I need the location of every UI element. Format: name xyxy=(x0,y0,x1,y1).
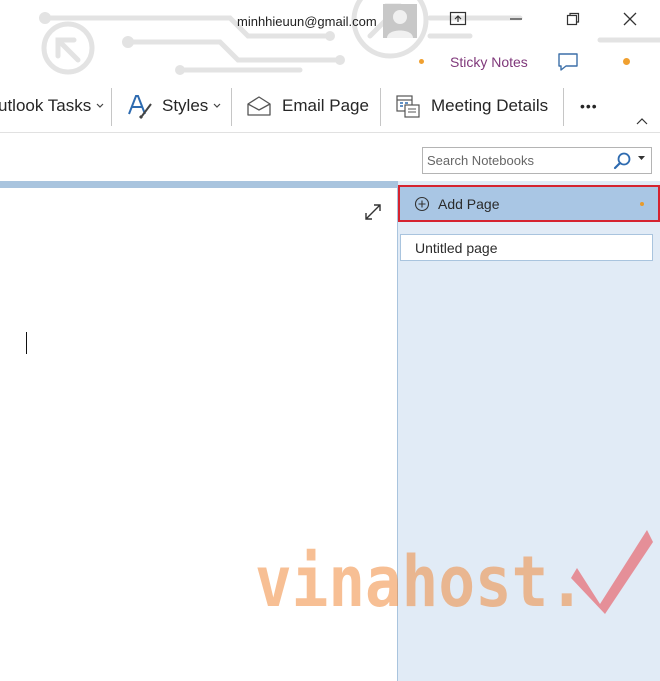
add-page-label: Add Page xyxy=(438,195,500,212)
chevron-down-icon xyxy=(96,103,104,108)
outlook-tasks-label: utlook Tasks xyxy=(0,96,92,115)
meeting-details-label: Meeting Details xyxy=(431,96,549,115)
styles-button[interactable]: Styles xyxy=(126,80,222,132)
page-canvas[interactable] xyxy=(0,188,397,681)
comment-icon xyxy=(558,53,578,71)
styles-label: Styles xyxy=(162,96,209,115)
page-list-item[interactable]: Untitled page xyxy=(400,234,653,261)
search-row xyxy=(0,133,660,181)
ribbon: utlook Tasks Styles Email Page Meeting D… xyxy=(0,80,660,133)
ribbon-divider xyxy=(380,88,381,126)
restore-icon xyxy=(566,12,580,26)
search-scope-dropdown-icon[interactable] xyxy=(637,155,646,161)
email-page-label: Email Page xyxy=(282,96,369,115)
page-title: Untitled page xyxy=(415,239,498,256)
close-button[interactable] xyxy=(615,6,645,32)
search-input[interactable] xyxy=(423,148,611,173)
notification-dot xyxy=(623,58,630,65)
more-icon: ••• xyxy=(580,98,598,114)
ribbon-divider xyxy=(231,88,232,126)
notification-dot xyxy=(640,202,644,206)
text-caret xyxy=(26,332,27,354)
ribbon-divider xyxy=(563,88,564,126)
envelope-icon xyxy=(247,96,271,116)
collapse-ribbon-button[interactable] xyxy=(634,114,650,128)
expand-icon[interactable] xyxy=(363,202,383,222)
ribbon-display-icon xyxy=(449,11,467,26)
notification-dot xyxy=(419,59,424,64)
page-title-strip xyxy=(0,181,397,188)
chevron-up-icon xyxy=(636,118,648,125)
user-silhouette-icon xyxy=(387,10,413,38)
styles-icon xyxy=(128,95,152,120)
outlook-tasks-button[interactable]: utlook Tasks xyxy=(0,80,105,132)
feedback-button[interactable] xyxy=(556,51,580,73)
account-email[interactable]: minhhieuun@gmail.com xyxy=(237,14,377,29)
chevron-down-icon xyxy=(213,103,221,108)
search-box xyxy=(422,147,652,174)
minimize-button[interactable] xyxy=(501,6,531,32)
page-list-pane: Add Page Untitled page xyxy=(397,181,660,681)
search-icon[interactable] xyxy=(613,151,633,171)
avatar[interactable] xyxy=(383,4,417,38)
close-icon xyxy=(623,12,637,26)
add-page-button[interactable]: Add Page xyxy=(398,185,660,222)
meeting-details-button[interactable]: Meeting Details xyxy=(395,80,548,132)
email-page-button[interactable]: Email Page xyxy=(246,80,369,132)
title-bar: minhhieuun@gmail.com Sticky Notes xyxy=(0,0,660,80)
restore-button[interactable] xyxy=(558,6,588,32)
ribbon-divider xyxy=(111,88,112,126)
sticky-notes-link[interactable]: Sticky Notes xyxy=(450,54,528,70)
plus-circle-icon xyxy=(414,196,430,211)
more-options-button[interactable]: ••• xyxy=(580,80,598,132)
meeting-details-icon xyxy=(396,95,420,118)
ribbon-display-options-button[interactable] xyxy=(443,6,473,32)
minimize-icon xyxy=(510,18,522,20)
